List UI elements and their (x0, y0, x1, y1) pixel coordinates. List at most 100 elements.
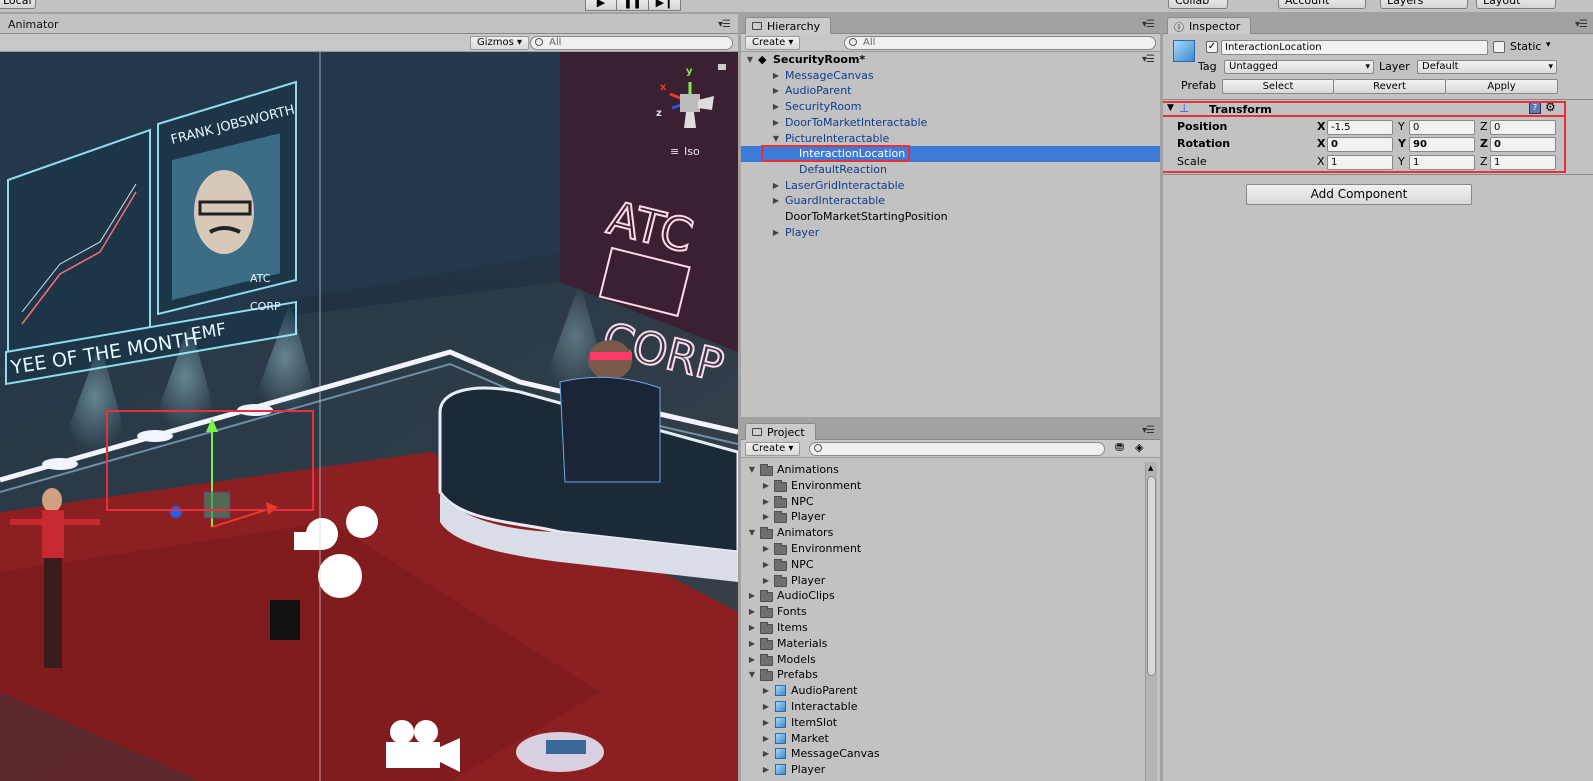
project-item[interactable]: ▶ Interactable (741, 699, 1144, 715)
expand-arrow-icon[interactable]: ▶ (761, 699, 771, 715)
project-item[interactable]: ▶ Environment (741, 478, 1144, 494)
expand-arrow-icon[interactable]: ▶ (761, 541, 771, 557)
expand-arrow-icon[interactable]: ▶ (771, 225, 781, 241)
project-item[interactable]: ▶ Player (741, 762, 1144, 778)
hierarchy-item[interactable]: ▶ DoorToMarketInteractable (741, 115, 1160, 131)
hierarchy-item[interactable]: ▶ LaserGridInteractable (741, 178, 1160, 194)
hierarchy-create-button[interactable]: Create ▾ (745, 36, 801, 50)
account-dropdown[interactable]: Account (1278, 0, 1366, 9)
expand-arrow-icon[interactable]: ▶ (771, 193, 781, 209)
project-scroll-thumb[interactable] (1147, 476, 1156, 676)
tag-dropdown[interactable]: Untagged (1224, 60, 1374, 74)
project-item-label: Player (791, 763, 826, 777)
project-item[interactable]: ▼ Animations (741, 462, 1144, 478)
pivot-local-button[interactable]: Local (0, 0, 36, 9)
project-item[interactable]: ▶ Market (741, 731, 1144, 747)
expand-arrow-icon[interactable]: ▶ (771, 99, 781, 115)
expand-arrow-icon[interactable]: ▼ (747, 525, 757, 541)
play-button[interactable]: ▶ (585, 0, 617, 11)
project-item[interactable]: ▶ Models (741, 652, 1144, 668)
project-item[interactable]: ▼ Animators (741, 525, 1144, 541)
project-search-input[interactable] (809, 442, 1105, 456)
expand-arrow-icon[interactable]: ▶ (747, 636, 757, 652)
expand-arrow-icon[interactable]: ▼ (747, 667, 757, 683)
scene-tab[interactable]: Animator (8, 18, 59, 31)
hierarchy-item[interactable]: DoorToMarketStartingPosition (741, 209, 1160, 225)
expand-arrow-icon[interactable]: ▶ (747, 652, 757, 668)
expand-arrow-icon[interactable]: ▶ (747, 620, 757, 636)
scene-search-input[interactable]: All (530, 36, 733, 50)
expand-arrow-icon[interactable]: ▶ (761, 557, 771, 573)
scene-menu-icon[interactable]: ▾☰ (1142, 52, 1155, 68)
project-create-button[interactable]: Create ▾ (745, 442, 801, 456)
hierarchy-search-input[interactable]: All (844, 36, 1156, 50)
layout-dropdown[interactable]: Layout (1476, 0, 1556, 9)
hierarchy-item[interactable]: ▶ Player (741, 225, 1160, 241)
active-checkbox[interactable]: ✓ (1206, 41, 1218, 53)
panel-menu-icon[interactable]: ▾☰ (1142, 19, 1155, 30)
expand-arrow-icon[interactable]: ▶ (761, 509, 771, 525)
project-item[interactable]: ▶ NPC (741, 494, 1144, 510)
project-item[interactable]: ▶ MessageCanvas (741, 746, 1144, 762)
object-name-input[interactable]: InteractionLocation (1221, 40, 1488, 55)
expand-arrow-icon[interactable]: ▶ (771, 115, 781, 131)
gizmos-dropdown[interactable]: Gizmos ▾ (470, 36, 530, 50)
layers-dropdown[interactable]: Layers (1380, 0, 1468, 9)
project-item[interactable]: ▶ Items (741, 620, 1144, 636)
expand-arrow-icon[interactable]: ▶ (747, 604, 757, 620)
project-item[interactable]: ▶ ItemSlot (741, 715, 1144, 731)
scene-root-row[interactable]: ▼ ◆ SecurityRoom* ▾☰ (741, 52, 1160, 68)
expand-arrow-icon[interactable]: ▶ (761, 746, 771, 762)
project-item[interactable]: ▶ Player (741, 509, 1144, 525)
filter-by-type-icon[interactable]: ⛃ (1115, 441, 1124, 454)
expand-arrow-icon[interactable]: ▶ (761, 731, 771, 747)
expand-arrow-icon[interactable]: ▶ (761, 478, 771, 494)
step-button[interactable]: ▶❙ (649, 0, 681, 11)
panel-menu-icon[interactable]: ▾☰ (718, 19, 731, 30)
prefab-apply-button[interactable]: Apply (1446, 79, 1558, 94)
project-item[interactable]: ▶ NPC (741, 557, 1144, 573)
hierarchy-item[interactable]: ▶ SecurityRoom (741, 99, 1160, 115)
expand-arrow-icon[interactable]: ▶ (761, 762, 771, 778)
panel-menu-icon[interactable]: ▾☰ (1142, 425, 1155, 436)
project-item[interactable]: ▶ Fonts (741, 604, 1144, 620)
iso-label[interactable]: Iso (684, 145, 700, 158)
expand-arrow-icon[interactable]: ▼ (747, 462, 757, 478)
expand-arrow-icon[interactable]: ▶ (771, 68, 781, 84)
expand-arrow-icon[interactable]: ▶ (771, 178, 781, 194)
panel-menu-icon[interactable]: ▾☰ (1575, 19, 1588, 30)
scroll-up-icon[interactable]: ▲ (1148, 464, 1153, 472)
project-item[interactable]: ▶ AudioClips (741, 588, 1144, 604)
project-scrollbar[interactable]: ▲ (1145, 462, 1157, 781)
collab-button[interactable]: Collab (1168, 0, 1228, 9)
add-component-button[interactable]: Add Component (1246, 184, 1472, 205)
hierarchy-item[interactable]: ▶ AudioParent (741, 83, 1160, 99)
hierarchy-item-label: LaserGridInteractable (785, 178, 905, 192)
prefab-select-button[interactable]: Select (1222, 79, 1334, 94)
lock-icon[interactable] (718, 64, 726, 70)
static-dropdown-icon[interactable]: ▾ (1546, 40, 1551, 50)
expand-arrow-icon[interactable]: ▶ (747, 588, 757, 604)
expand-arrow-icon[interactable]: ▶ (761, 715, 771, 731)
expand-arrow-icon[interactable]: ▶ (761, 573, 771, 589)
prefab-revert-button[interactable]: Revert (1334, 79, 1446, 94)
project-tab[interactable]: Project (745, 423, 816, 440)
static-checkbox[interactable] (1493, 41, 1505, 53)
hierarchy-item[interactable]: ▶ MessageCanvas (741, 68, 1160, 84)
expand-arrow-icon[interactable]: ▼ (745, 52, 755, 68)
expand-arrow-icon[interactable]: ▶ (761, 683, 771, 699)
expand-arrow-icon[interactable]: ▶ (761, 494, 771, 510)
inspector-tab[interactable]: ⓘ Inspector (1167, 17, 1252, 34)
hierarchy-tab[interactable]: Hierarchy (745, 17, 832, 34)
expand-arrow-icon[interactable]: ▶ (771, 83, 781, 99)
filter-by-label-icon[interactable]: ◈ (1135, 441, 1143, 454)
project-item[interactable]: ▶ Materials (741, 636, 1144, 652)
project-item[interactable]: ▶ AudioParent (741, 683, 1144, 699)
project-item[interactable]: ▼ Prefabs (741, 667, 1144, 683)
hierarchy-item[interactable]: ▶ GuardInteractable (741, 193, 1160, 209)
layer-dropdown[interactable]: Default (1417, 60, 1557, 74)
pause-button[interactable]: ❚❚ (617, 0, 649, 11)
hierarchy-item[interactable]: DefaultReaction (741, 162, 1160, 178)
project-item[interactable]: ▶ Environment (741, 541, 1144, 557)
project-item[interactable]: ▶ Player (741, 573, 1144, 589)
